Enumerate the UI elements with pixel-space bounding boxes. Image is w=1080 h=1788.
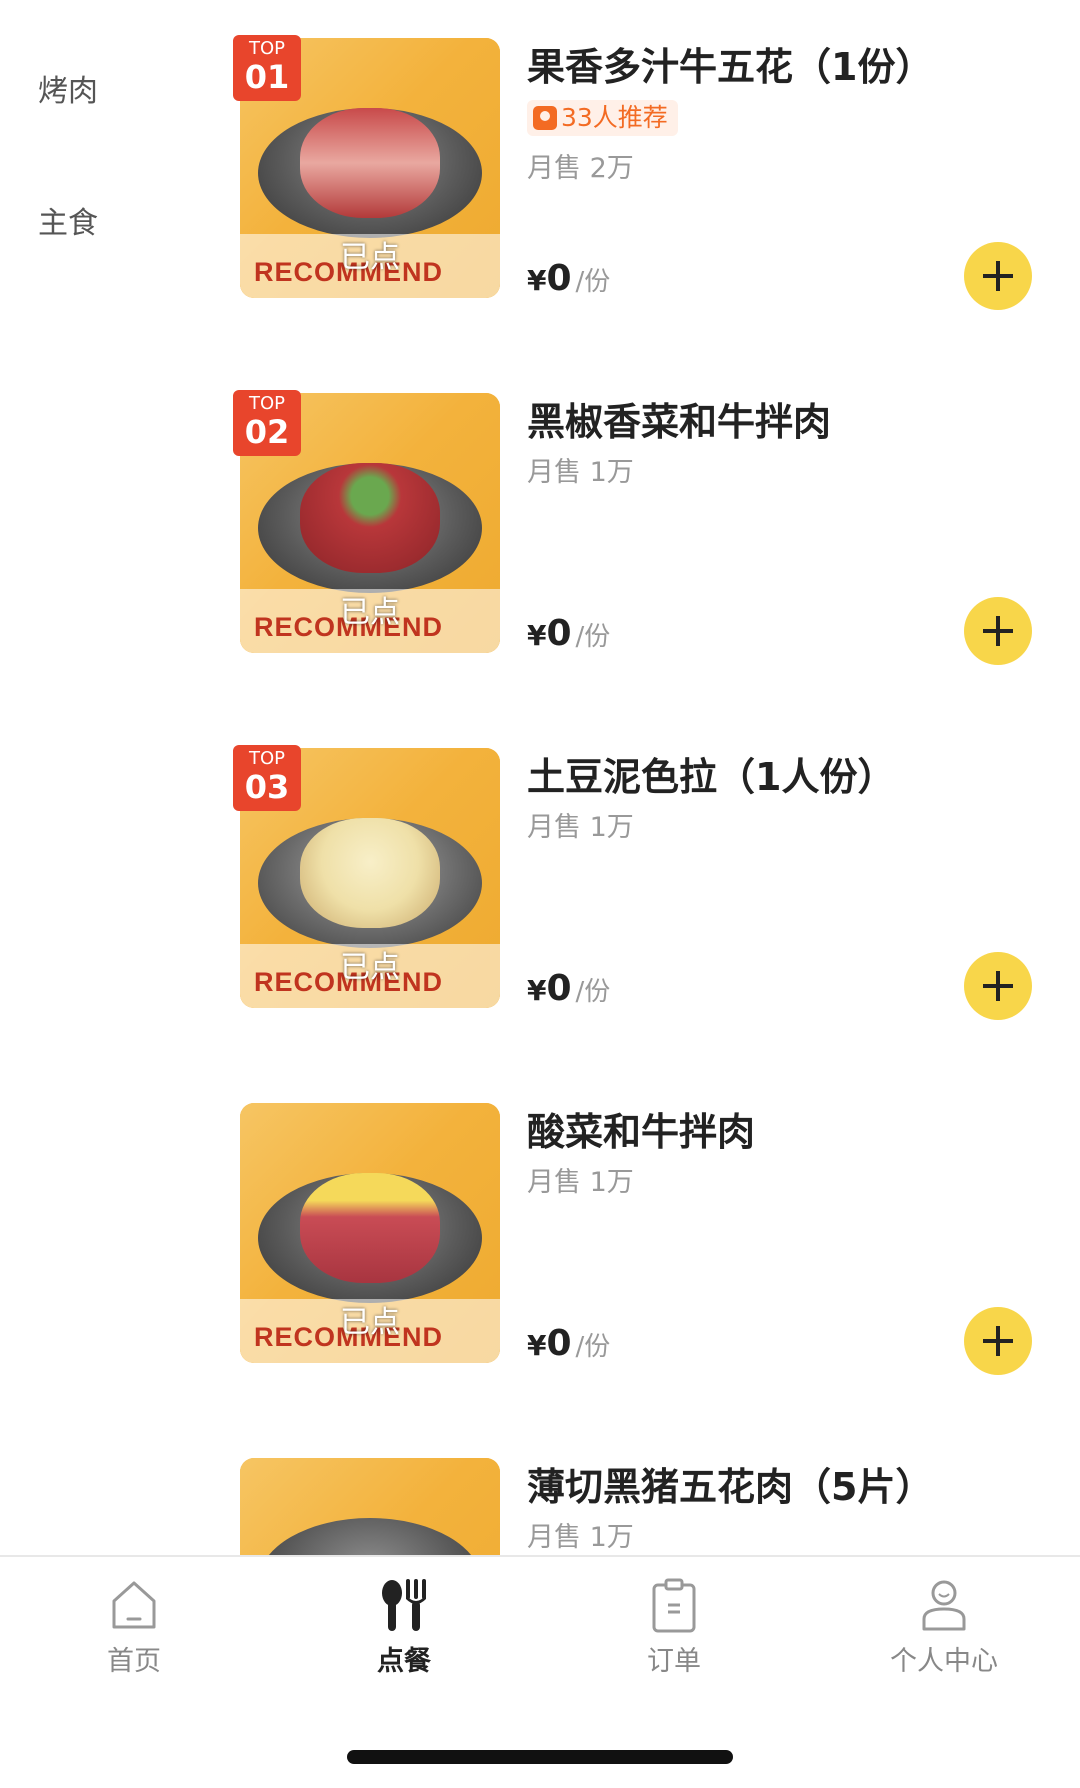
price: ¥0/份: [527, 968, 611, 1009]
recommend-tag: 33人推荐: [527, 100, 678, 136]
menu-list[interactable]: RECOMMEND 已点 TOP 01 果香多汁牛五花（1份） 33人推荐 月售…: [0, 0, 1080, 1555]
menu-item[interactable]: 薄切黑猪五花肉（5片） 月售 1万: [0, 1420, 1080, 1555]
ordered-label: 已点: [340, 950, 400, 985]
tab-order-food[interactable]: 点餐: [304, 1577, 504, 1678]
menu-item[interactable]: RECOMMEND 已点 TOP 02 黑椒香菜和牛拌肉 月售 1万 ¥0/份: [0, 355, 1080, 665]
price: ¥0/份: [527, 258, 611, 299]
tab-orders[interactable]: 订单: [574, 1577, 774, 1678]
dish-name: 薄切黑猪五花肉（5片）: [527, 1465, 934, 1509]
add-to-cart-button[interactable]: [964, 952, 1032, 1020]
add-to-cart-button[interactable]: [964, 597, 1032, 665]
menu-item[interactable]: RECOMMEND 已点 TOP 03 土豆泥色拉（1人份） 月售 1万 ¥0/…: [0, 710, 1080, 1020]
monthly-sales: 月售 1万: [527, 812, 634, 843]
thumbs-up-icon: [533, 106, 557, 130]
home-indicator: [347, 1750, 733, 1764]
home-icon: [106, 1577, 162, 1633]
price: ¥0/份: [527, 613, 611, 654]
dish-name: 果香多汁牛五花（1份）: [527, 45, 934, 89]
user-icon: [916, 1577, 972, 1633]
monthly-sales: 月售 2万: [527, 153, 634, 184]
tab-profile[interactable]: 个人中心: [844, 1577, 1044, 1678]
food-graphic: [300, 818, 440, 928]
add-to-cart-button[interactable]: [964, 242, 1032, 310]
tab-home[interactable]: 首页: [34, 1577, 234, 1678]
dish-name: 酸菜和牛拌肉: [527, 1110, 756, 1154]
top-rank-badge: TOP 01: [233, 35, 301, 101]
ordered-label: 已点: [340, 1305, 400, 1340]
utensils-icon: [376, 1577, 432, 1633]
dish-image[interactable]: RECOMMEND 已点: [240, 1103, 500, 1363]
ordered-label: 已点: [340, 595, 400, 630]
food-graphic: [300, 108, 440, 218]
add-to-cart-button[interactable]: [964, 1307, 1032, 1375]
top-rank-badge: TOP 02: [233, 390, 301, 456]
clipboard-icon: [646, 1577, 702, 1633]
dish-name: 黑椒香菜和牛拌肉: [527, 400, 832, 444]
price: ¥0/份: [527, 1323, 611, 1364]
food-graphic: [300, 1173, 440, 1283]
top-rank-badge: TOP 03: [233, 745, 301, 811]
monthly-sales: 月售 1万: [527, 1522, 634, 1553]
food-graphic: [300, 463, 440, 573]
dish-image[interactable]: [240, 1458, 500, 1555]
monthly-sales: 月售 1万: [527, 457, 634, 488]
ordered-label: 已点: [340, 240, 400, 275]
menu-item[interactable]: RECOMMEND 已点 TOP 01 果香多汁牛五花（1份） 33人推荐 月售…: [0, 0, 1080, 310]
menu-item[interactable]: RECOMMEND 已点 酸菜和牛拌肉 月售 1万 ¥0/份: [0, 1065, 1080, 1375]
monthly-sales: 月售 1万: [527, 1167, 634, 1198]
dish-name: 土豆泥色拉（1人份）: [527, 755, 896, 799]
